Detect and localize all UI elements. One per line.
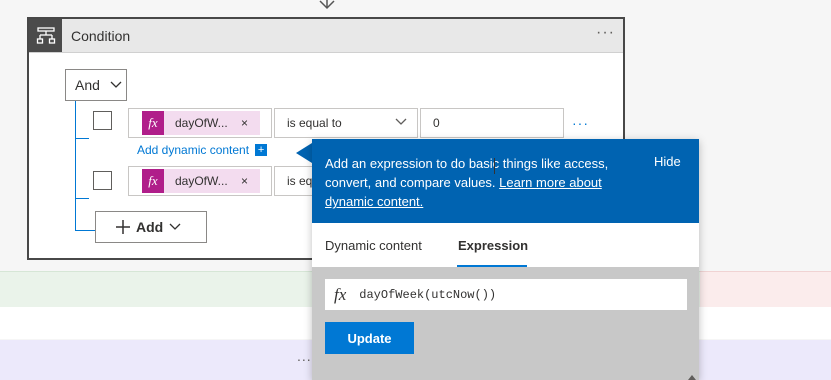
condition-card-header[interactable]: Condition ···: [29, 19, 623, 53]
update-button[interactable]: Update: [325, 322, 414, 354]
add-button-label: Add: [136, 219, 164, 235]
background-more-dots[interactable]: ...: [297, 348, 312, 364]
text-cursor-icon: [494, 158, 495, 174]
dynamic-content-popover: Add an expression to do basic things lik…: [312, 139, 699, 380]
operator-label: is equal to: [287, 174, 313, 188]
popover-pointer: [296, 143, 312, 163]
operator-label: is equal to: [287, 116, 342, 130]
row-1-left-operand[interactable]: fx dayOfW... ×: [128, 108, 272, 138]
value-text: 0: [433, 116, 440, 130]
row-2-operator-select[interactable]: is equal to: [274, 166, 314, 196]
token-label: dayOfW...: [175, 174, 228, 188]
group-operator-dropdown[interactable]: And: [65, 69, 127, 101]
chevron-down-icon: [110, 81, 122, 88]
fx-icon: fx: [142, 111, 164, 135]
row-2-checkbox[interactable]: [93, 171, 112, 190]
remove-token-button[interactable]: ×: [241, 174, 248, 188]
expression-text: dayOfWeek(utcNow()): [359, 287, 497, 302]
expression-token[interactable]: fx dayOfW... ×: [142, 111, 260, 135]
expression-input[interactable]: fx dayOfWeek(utcNow()): [325, 279, 687, 310]
scroll-up-icon[interactable]: [688, 374, 696, 380]
chevron-down-icon: [169, 223, 181, 230]
row-2-left-operand[interactable]: fx dayOfW... ×: [128, 166, 272, 196]
fx-icon: fx: [334, 284, 347, 304]
row-1-value-input[interactable]: 0: [420, 108, 564, 138]
condition-title: Condition: [71, 28, 131, 44]
remove-token-button[interactable]: ×: [241, 116, 248, 130]
tree-connector: [75, 230, 95, 231]
tab-expression[interactable]: Expression: [458, 238, 528, 253]
tree-connector: [75, 101, 76, 231]
add-dynamic-content-link[interactable]: Add dynamic content +: [137, 143, 268, 157]
add-dynamic-content-label: Add dynamic content: [137, 143, 250, 157]
fx-icon: fx: [142, 169, 164, 193]
plus-icon: [116, 220, 130, 234]
tab-dynamic-content[interactable]: Dynamic content: [325, 238, 422, 253]
expression-panel: fx dayOfWeek(utcNow()) Update: [312, 267, 699, 380]
condition-icon: [29, 19, 62, 52]
token-label: dayOfW...: [175, 116, 228, 130]
hide-button[interactable]: Hide: [654, 154, 681, 169]
flow-arrow-icon: [319, 0, 335, 10]
tree-connector: [75, 138, 89, 139]
expression-token[interactable]: fx dayOfW... ×: [142, 169, 260, 193]
add-button[interactable]: Add: [95, 211, 207, 243]
condition-more-menu[interactable]: ···: [596, 24, 615, 42]
row-1-checkbox[interactable]: [93, 111, 112, 130]
background-band-red: [700, 271, 831, 308]
popover-description: Add an expression to do basic things lik…: [325, 154, 635, 211]
row-1-more-menu[interactable]: ···: [572, 115, 589, 131]
tree-connector: [75, 198, 89, 199]
row-1-operator-select[interactable]: is equal to: [274, 108, 418, 138]
popover-header: Add an expression to do basic things lik…: [312, 139, 699, 223]
plus-icon: +: [255, 144, 268, 156]
group-operator-label: And: [75, 77, 100, 93]
chevron-down-icon: [395, 118, 407, 125]
